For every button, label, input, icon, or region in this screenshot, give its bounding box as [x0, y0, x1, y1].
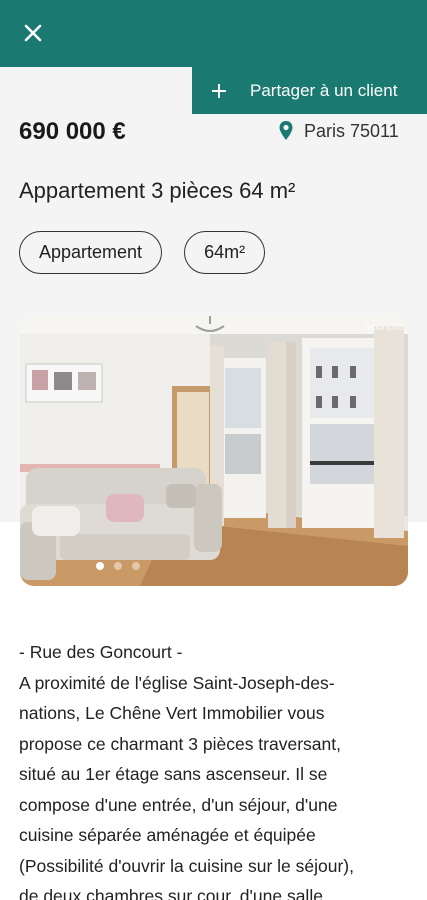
map-pin-icon: [279, 121, 293, 140]
carousel-dot[interactable]: [132, 562, 140, 570]
top-bar: [0, 0, 427, 67]
description-line: de deux chambres sur cour, d'une salle: [19, 886, 323, 900]
listing-price: 690 000 €: [19, 118, 126, 145]
share-button-label: Partager à un client: [250, 80, 398, 100]
close-icon: [24, 24, 42, 42]
listing-location: Paris 75011: [278, 120, 399, 142]
listing-photo[interactable]: leboncoin: [20, 316, 408, 586]
description-line: nations, Le Chêne Vert Immobilier vous: [19, 703, 325, 723]
share-to-client-button[interactable]: Partager à un client: [192, 67, 427, 114]
listing-tags: Appartement 64m²: [19, 231, 266, 274]
description-line: cuisine séparée aménagée et équipée: [19, 825, 316, 845]
carousel-dot[interactable]: [96, 562, 104, 570]
living-room-image: [20, 316, 408, 586]
carousel-indicator: [96, 562, 140, 570]
tag-surface: 64m²: [184, 231, 266, 274]
listing-title: Appartement 3 pièces 64 m²: [19, 178, 296, 203]
close-button[interactable]: [18, 18, 48, 48]
carousel-dot[interactable]: [114, 562, 122, 570]
description-line: (Possibilité d'ouvrir la cuisine sur le …: [19, 855, 354, 876]
description-line: propose ce charmant 3 pièces traversant,: [19, 733, 341, 754]
photo-watermark: leboncoin: [365, 322, 404, 332]
description-line: situé au 1er étage sans ascenseur. Il se: [19, 764, 328, 784]
description-line: compose d'une entrée, d'un séjour, d'une: [19, 794, 338, 815]
description-line: A proximité de l'église Saint-Joseph-des…: [19, 672, 335, 693]
description-line: - Rue des Goncourt -: [19, 642, 183, 662]
listing-description: - Rue des Goncourt - A proximité de l'ég…: [19, 637, 414, 900]
plus-icon: [210, 81, 230, 101]
location-text: Paris 75011: [304, 120, 399, 141]
tag-property-type: Appartement: [19, 231, 163, 274]
